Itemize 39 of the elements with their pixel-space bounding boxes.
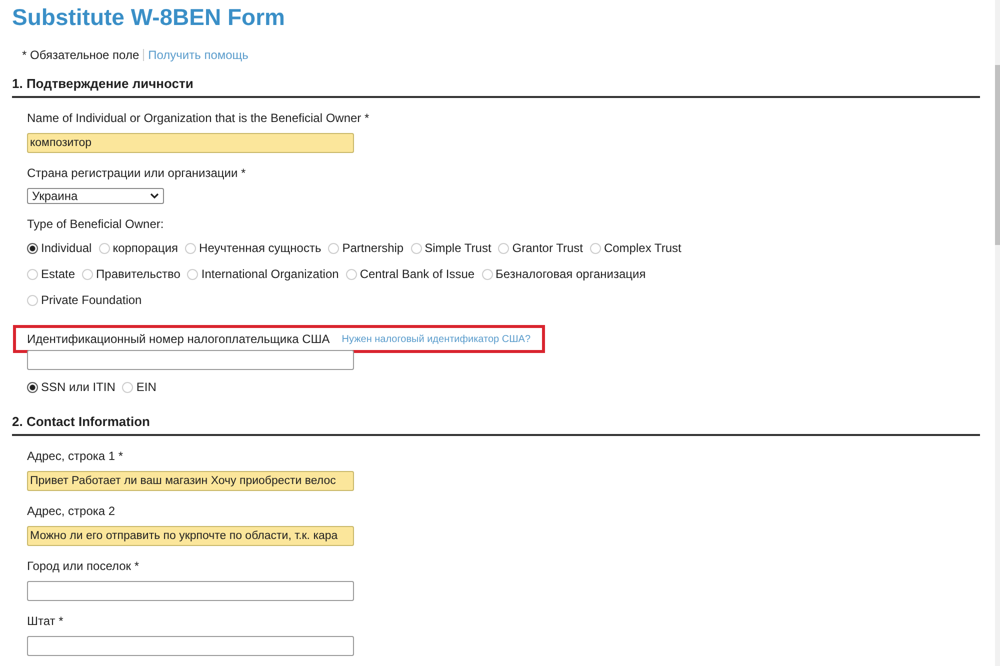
field-label: Штат * bbox=[27, 614, 64, 628]
field-label: Адрес, строка 2 bbox=[27, 504, 116, 518]
radio-option[interactable]: SSN или ITIN bbox=[27, 378, 116, 396]
radio-option[interactable]: Правительство bbox=[82, 265, 180, 283]
radio-option[interactable]: Безналоговая организация bbox=[482, 265, 646, 283]
page-title: Substitute W-8BEN Form bbox=[12, 3, 286, 32]
field-label: Адрес, строка 1 * bbox=[27, 449, 124, 463]
radio-option[interactable]: Central Bank of Issue bbox=[346, 265, 475, 283]
radio-option[interactable]: Simple Trust bbox=[410, 239, 492, 257]
field-label: Name of Individual or Organization that is the Beneficial Owner * bbox=[27, 111, 370, 125]
input-field[interactable]: Привет Работает ли ваш магазин Хочу приобрести велос bbox=[27, 471, 354, 491]
input-field[interactable] bbox=[27, 350, 354, 370]
field-label: Type of Beneficial Owner: bbox=[27, 217, 165, 231]
input-field[interactable]: Можно ли его отправить по укрпочте по области, т.к. кара bbox=[27, 526, 354, 546]
radio-option[interactable]: Estate bbox=[27, 265, 76, 283]
field-label: Идентификационный номер налогоплательщика США bbox=[27, 332, 330, 346]
radio-option[interactable]: Private Foundation bbox=[27, 291, 142, 309]
radio-option[interactable]: Partnership bbox=[328, 239, 404, 257]
input-field[interactable]: композитор bbox=[27, 133, 354, 153]
radio-option[interactable]: International Organization bbox=[187, 265, 339, 283]
field-label: Страна регистрации или организации * bbox=[27, 166, 247, 180]
scrollbar-thumb[interactable] bbox=[995, 65, 1000, 245]
chevron-down-icon bbox=[150, 193, 159, 199]
radio-icon[interactable] bbox=[27, 242, 38, 254]
required-note: * Обязательное поле bbox=[22, 48, 140, 62]
country-select[interactable]: Украина bbox=[27, 188, 164, 204]
input-field[interactable] bbox=[27, 581, 354, 601]
section-heading: 2. Contact Information bbox=[12, 414, 980, 436]
radio-option[interactable]: EIN bbox=[122, 378, 156, 396]
radio-option[interactable]: Individual bbox=[27, 239, 92, 257]
field-label: Город или поселок * bbox=[27, 559, 140, 573]
radio-option[interactable]: Grantor Trust bbox=[498, 239, 583, 257]
radio-option[interactable]: корпорация bbox=[98, 239, 178, 257]
radio-icon[interactable] bbox=[27, 382, 38, 392]
radio-option[interactable]: Complex Trust bbox=[590, 239, 682, 257]
radio-option[interactable]: Неучтенная сущность bbox=[185, 239, 322, 257]
input-field[interactable] bbox=[27, 636, 354, 656]
section-heading: 1. Подтверждение личности bbox=[12, 76, 980, 98]
scrollbar[interactable] bbox=[995, 0, 1000, 666]
